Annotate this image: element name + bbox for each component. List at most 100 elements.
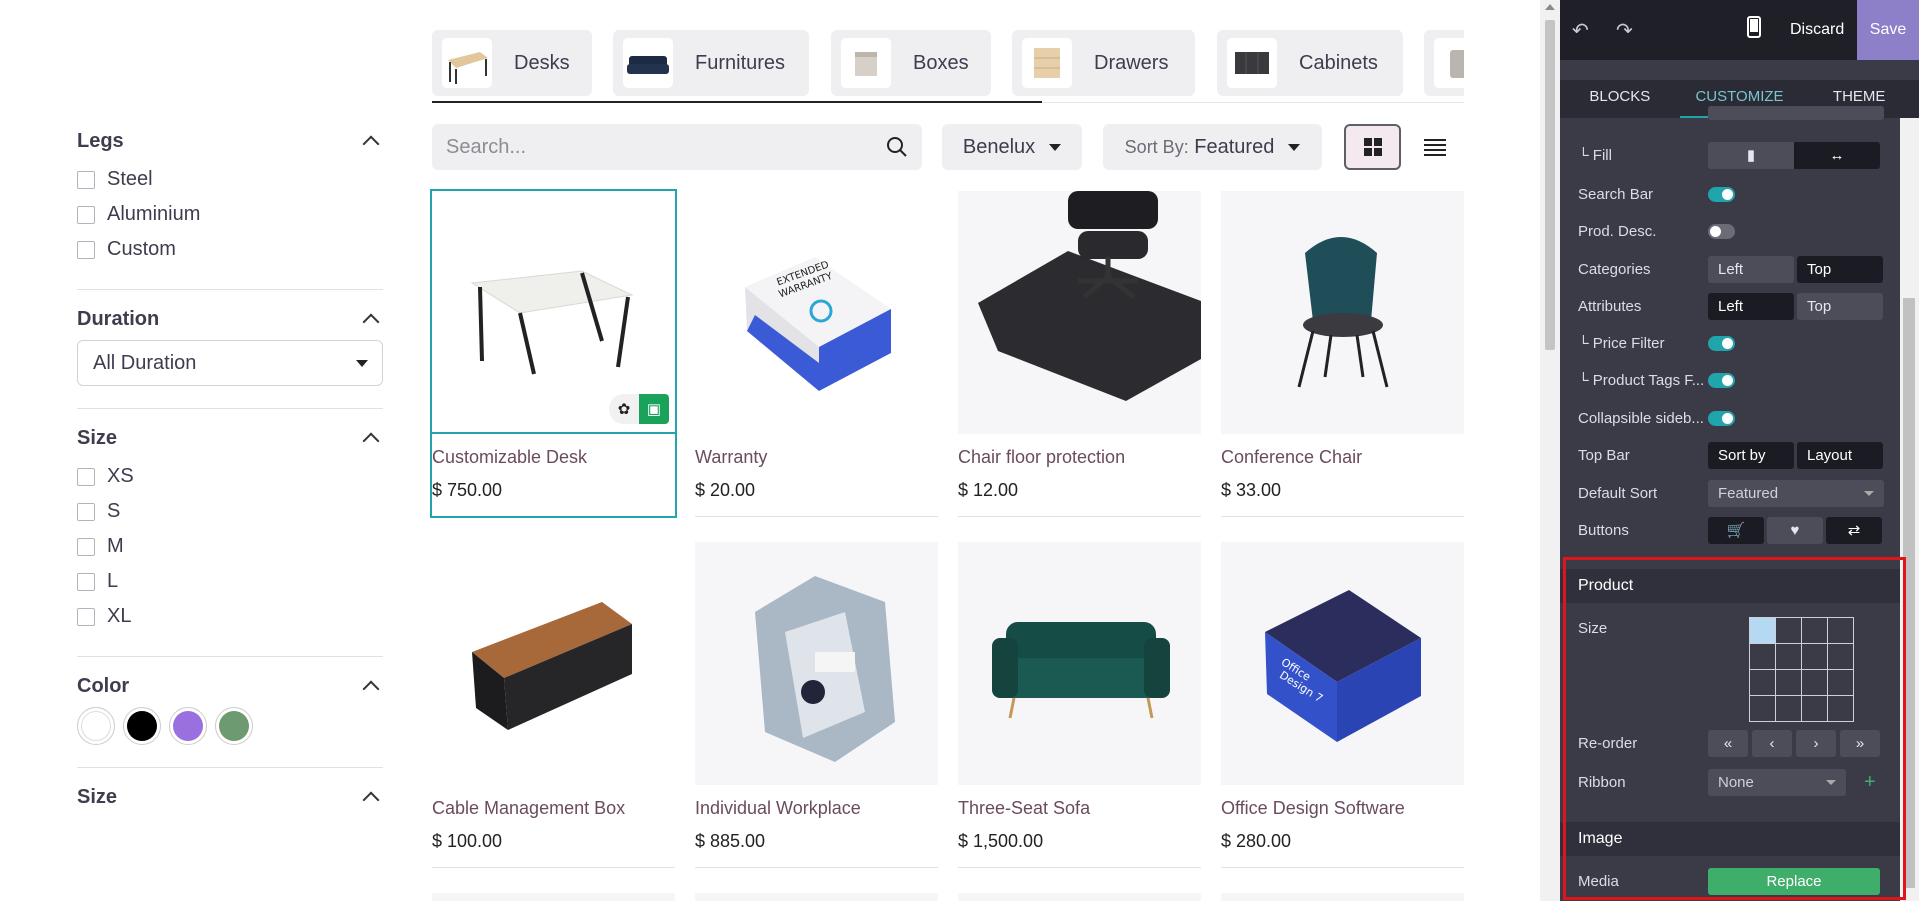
filter-size-header[interactable]: Size: [77, 423, 383, 453]
top-bar-sort-by-button[interactable]: Sort by: [1708, 441, 1794, 469]
attributes-top-button[interactable]: Top: [1797, 292, 1883, 320]
product-name[interactable]: Warranty: [695, 447, 938, 468]
size-cell[interactable]: [1802, 644, 1827, 669]
product-image[interactable]: EXTENDED WARRANTY: [695, 191, 938, 434]
redo-icon[interactable]: ↷: [1616, 18, 1633, 43]
size-cell[interactable]: [1750, 670, 1775, 695]
product-image[interactable]: Office Design 7: [1221, 542, 1464, 785]
sort-dropdown[interactable]: Sort By: Featured: [1103, 124, 1322, 170]
prod-desc-toggle[interactable]: [1708, 223, 1735, 239]
color-swatch[interactable]: [215, 707, 253, 745]
undo-icon[interactable]: ↶: [1572, 18, 1589, 43]
product-image[interactable]: [958, 191, 1201, 434]
checkbox[interactable]: [77, 240, 95, 259]
checkbox[interactable]: [77, 467, 95, 486]
size-cell[interactable]: [1750, 644, 1775, 669]
size-cell[interactable]: [1828, 670, 1853, 695]
collapsible-sidebar-toggle[interactable]: [1708, 410, 1735, 426]
product-size-grid[interactable]: [1749, 617, 1854, 722]
category-furnitures[interactable]: Furnitures: [613, 30, 809, 96]
size-cell[interactable]: [1828, 696, 1853, 721]
chevron-up-icon[interactable]: [362, 680, 380, 698]
categories-top-button[interactable]: Top: [1797, 255, 1883, 283]
product-name[interactable]: Office Design Software: [1221, 798, 1464, 819]
checkbox[interactable]: [77, 572, 95, 591]
default-sort-dropdown[interactable]: Featured: [1708, 479, 1884, 507]
category-more[interactable]: [1424, 30, 1464, 96]
size-cell[interactable]: [1828, 618, 1853, 643]
product-image[interactable]: [1221, 191, 1464, 434]
scroll-up-arrow-icon[interactable]: [1545, 4, 1555, 10]
chevron-up-icon[interactable]: [362, 135, 380, 153]
replace-button[interactable]: Replace: [1708, 867, 1880, 895]
size-cell[interactable]: [1776, 696, 1801, 721]
categories-left-button[interactable]: Left: [1708, 255, 1794, 283]
ribbon-dropdown[interactable]: None: [1708, 768, 1846, 796]
move-last-button[interactable]: »: [1840, 729, 1880, 757]
list-layout-button[interactable]: [1406, 124, 1463, 170]
product-image[interactable]: [958, 542, 1201, 785]
filter-color-header[interactable]: Color: [77, 671, 383, 701]
size-cell[interactable]: [1750, 696, 1775, 721]
move-right-button[interactable]: ›: [1796, 729, 1836, 757]
move-first-button[interactable]: «: [1708, 729, 1748, 757]
product-card[interactable]: ✿ ▣ Customizable Desk $ 750.00: [430, 189, 677, 518]
page-scrollbar[interactable]: [1540, 0, 1560, 901]
product-name[interactable]: Chair floor protection: [958, 447, 1201, 468]
product-card[interactable]: Chair floor protection $ 12.00: [958, 191, 1201, 517]
filter-option[interactable]: L: [77, 564, 383, 599]
duration-select[interactable]: All Duration: [77, 340, 383, 386]
filter-option[interactable]: Custom: [77, 232, 383, 267]
chevron-up-icon[interactable]: [362, 791, 380, 809]
color-swatch[interactable]: [77, 707, 115, 745]
product-image[interactable]: [432, 542, 675, 785]
search-bar-toggle[interactable]: [1708, 186, 1735, 202]
product-card[interactable]: Three-Seat Sofa $ 1,500.00: [958, 542, 1201, 868]
compare-icon[interactable]: ⇄: [1826, 516, 1882, 544]
checkbox[interactable]: [77, 607, 95, 626]
size-cell[interactable]: [1802, 670, 1827, 695]
filter-legs-header[interactable]: Legs: [77, 126, 383, 156]
move-left-button[interactable]: ‹: [1752, 729, 1792, 757]
robot-icon[interactable]: ▣: [639, 394, 669, 424]
filter-option[interactable]: XL: [77, 599, 383, 634]
category-desks[interactable]: Desks: [432, 30, 592, 96]
cart-icon[interactable]: 🛒: [1708, 516, 1764, 544]
color-swatch[interactable]: [169, 707, 207, 745]
search-input[interactable]: Search...: [432, 124, 922, 170]
fill-stretch-icon[interactable]: ↔: [1794, 141, 1880, 169]
filter-size-2-header[interactable]: Size: [77, 782, 383, 812]
search-icon[interactable]: [886, 136, 908, 158]
product-card[interactable]: Conference Chair $ 33.00: [1221, 191, 1464, 517]
product-name[interactable]: Customizable Desk: [432, 447, 675, 468]
filter-option[interactable]: S: [77, 494, 383, 529]
grid-layout-button[interactable]: [1344, 124, 1401, 170]
size-cell[interactable]: [1802, 696, 1827, 721]
mobile-preview-icon[interactable]: [1747, 16, 1761, 44]
product-card[interactable]: EXTENDED WARRANTY Warranty $ 20.00: [695, 191, 938, 517]
leaf-icon[interactable]: ✿: [609, 394, 639, 424]
editor-scrollbar[interactable]: [1900, 118, 1919, 901]
size-cell[interactable]: [1828, 644, 1853, 669]
discard-button[interactable]: Discard: [1790, 0, 1844, 60]
chevron-up-icon[interactable]: [362, 313, 380, 331]
product-image[interactable]: ✿ ▣: [432, 191, 675, 434]
price-filter-toggle[interactable]: [1708, 335, 1735, 351]
fill-contain-icon[interactable]: ▮: [1708, 141, 1794, 169]
checkbox[interactable]: [77, 170, 95, 189]
category-cabinets[interactable]: Cabinets: [1217, 30, 1403, 96]
product-name[interactable]: Three-Seat Sofa: [958, 798, 1201, 819]
filter-option[interactable]: Aluminium: [77, 197, 383, 232]
attributes-left-button[interactable]: Left: [1708, 292, 1794, 320]
editor-scrollbar-thumb[interactable]: [1903, 298, 1915, 888]
filter-option[interactable]: M: [77, 529, 383, 564]
size-cell[interactable]: [1802, 618, 1827, 643]
product-name[interactable]: Conference Chair: [1221, 447, 1464, 468]
chevron-up-icon[interactable]: [362, 432, 380, 450]
heart-icon[interactable]: ♥: [1767, 516, 1823, 544]
category-scroll-indicator[interactable]: [432, 101, 1042, 103]
pricelist-dropdown[interactable]: Benelux: [942, 124, 1082, 170]
scrollbar-thumb[interactable]: [1545, 20, 1555, 350]
size-cell[interactable]: [1776, 618, 1801, 643]
category-drawers[interactable]: Drawers: [1012, 30, 1195, 96]
